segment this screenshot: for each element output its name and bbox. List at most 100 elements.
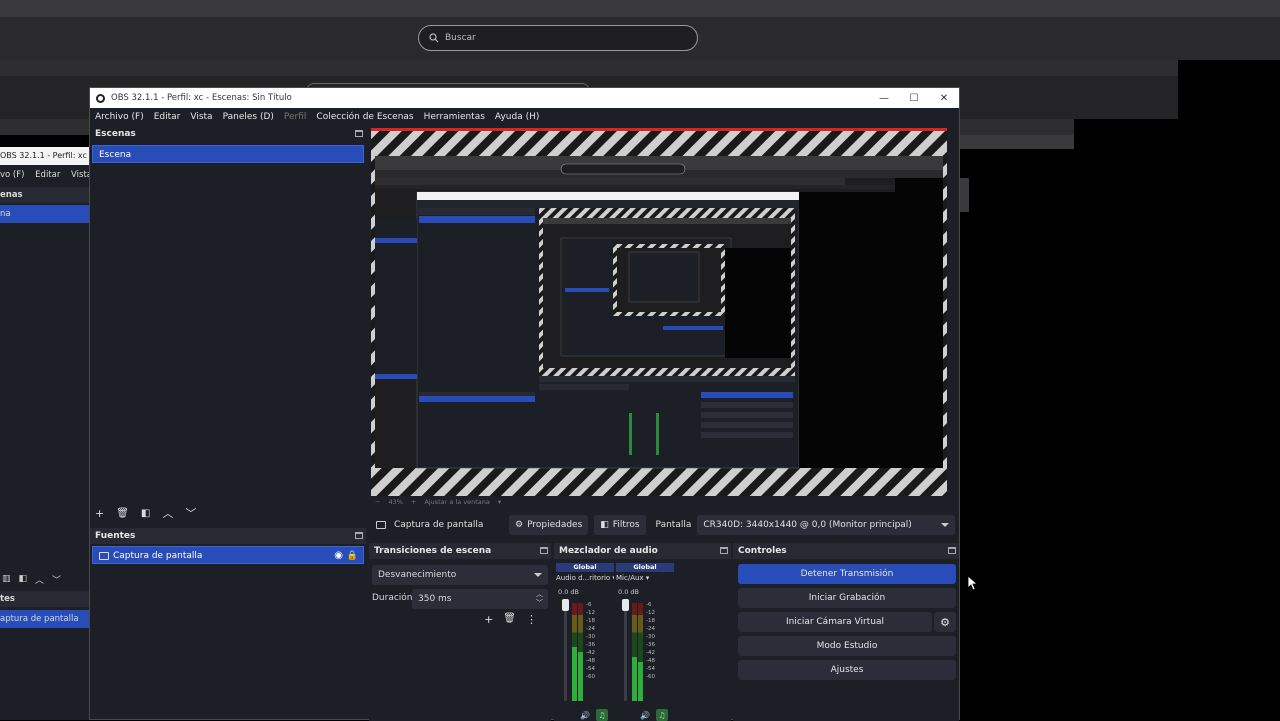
undock-icon[interactable]	[540, 547, 548, 554]
transitions-toolbar: + 🗑 ⋮	[484, 613, 537, 626]
speaker-icon[interactable]: 🔊	[580, 711, 590, 720]
desktop-strip	[959, 178, 969, 212]
menu-paneles[interactable]: Paneles (D)	[223, 112, 274, 122]
duration-spinbox[interactable]: 350 ms ︿ ﹀	[412, 589, 548, 609]
ghost-sources-header: tes	[0, 591, 90, 607]
channel-name-select[interactable]: Mic/Aux ▾	[616, 574, 674, 584]
transitions-header: Transiciones de escena	[369, 543, 551, 559]
channel-icons: 🔊 ♫	[580, 709, 608, 721]
undock-icon[interactable]	[720, 547, 728, 554]
studio-mode-button[interactable]: Modo Estudio	[738, 636, 956, 656]
chevron-up-icon[interactable]: ︿	[162, 505, 173, 521]
fit-window-label[interactable]: Ajustar a la ventana	[424, 498, 490, 506]
chevron-down-icon[interactable]: ▾	[498, 498, 501, 506]
ghost-window-title: OBS 32.1.1 - Perfil: xc - Esce	[0, 147, 90, 165]
close-button[interactable]: ✕	[929, 88, 959, 108]
chevron-down-icon[interactable]: ﹀	[185, 505, 196, 521]
monitor-icon	[99, 552, 109, 560]
source-toolbar: Captura de pantalla ⚙ Propiedades ◧ Filt…	[366, 513, 959, 537]
chevron-down-icon[interactable]: ﹀	[536, 598, 543, 608]
preview-zoom-bar: − 43% + Ajustar a la ventana ▾	[371, 496, 671, 508]
display-select[interactable]: CR340D: 3440x1440 @ 0,0 (Monitor princip…	[697, 515, 956, 535]
transitions-dock: Transiciones de escena Desvanecimiento D…	[369, 543, 551, 721]
maximize-button[interactable]: ☐	[899, 88, 929, 108]
menu-perfil[interactable]: Perfil	[284, 112, 307, 122]
controls-title: Controles	[738, 546, 787, 556]
duration-label: Duración	[372, 593, 413, 603]
virtual-camera-settings-button[interactable]: ⚙	[934, 612, 956, 632]
minimize-button[interactable]: —	[869, 88, 899, 108]
channel-icons: 🔊 ♫	[640, 709, 668, 721]
ghost-menu-item: vo (F)	[0, 170, 25, 180]
trash-icon[interactable]: 🗑	[503, 613, 516, 626]
scale-tick: -6	[586, 602, 592, 608]
add-icon[interactable]: +	[484, 613, 493, 626]
preview-canvas[interactable]	[371, 128, 947, 496]
menu-vista[interactable]: Vista	[190, 112, 212, 122]
ghost-toolbar: ▥ ◧ ︿ ﹀	[0, 571, 90, 587]
volume-slider-handle[interactable]	[562, 599, 569, 611]
menu-coleccion-escenas[interactable]: Colección de Escenas	[316, 112, 413, 122]
selected-source-name: Captura de pantalla	[394, 520, 484, 530]
scale-tick: -48	[586, 658, 595, 664]
level-meter-fill	[632, 657, 637, 701]
scene-item[interactable]: Escena	[92, 145, 364, 163]
menu-herramientas[interactable]: Herramientas	[424, 112, 485, 122]
scale-tick: -36	[586, 642, 595, 648]
obs-window: OBS 32.1.1 - Perfil: xc - Escenas: Sin T…	[89, 87, 960, 721]
stop-stream-button[interactable]: Detener Transmisión	[738, 564, 956, 584]
more-icon[interactable]: ⋮	[526, 613, 537, 626]
speaker-icon[interactable]: 🔊	[640, 711, 650, 720]
lock-icon[interactable]: 🔒	[347, 547, 358, 565]
undock-icon[interactable]	[948, 547, 956, 554]
mixer-channel: Global Audio d...ritorio ▾ 0.0 dB -6 -12 -18-…	[556, 563, 614, 721]
source-item-label: Captura de pantalla	[113, 551, 203, 561]
level-meter-fill	[638, 662, 643, 701]
transition-select[interactable]: Desvanecimiento	[372, 565, 548, 585]
scale-tick: -18	[586, 618, 595, 624]
menu-archivo[interactable]: Archivo (F)	[95, 112, 144, 122]
scenes-dock: Escenas Escena + 🗑 ◧ ︿ ﹀	[90, 126, 366, 524]
undock-icon[interactable]	[355, 130, 363, 137]
volume-slider-track[interactable]	[564, 603, 567, 701]
display-label: Pantalla	[655, 520, 692, 530]
trash-icon[interactable]: 🗑	[116, 508, 129, 519]
menu-editar[interactable]: Editar	[154, 112, 181, 122]
undock-icon[interactable]	[355, 532, 363, 539]
start-recording-button[interactable]: Iniciar Grabación	[738, 588, 956, 608]
filters-button[interactable]: ◧ Filtros	[594, 515, 646, 535]
headphones-icon[interactable]: ♫	[655, 709, 668, 721]
source-item[interactable]: Captura de pantalla ◉ 🔒	[92, 546, 364, 564]
menu-ayuda[interactable]: Ayuda (H)	[495, 112, 539, 122]
eye-icon[interactable]: ◉	[334, 547, 343, 565]
volume-slider-handle[interactable]	[622, 599, 629, 611]
channel-volume-db: 0.0 dB	[618, 588, 639, 596]
meter-scale: -6 -12 -18 -24 -30 -36 -42 -48 -54 -60	[646, 601, 655, 681]
meter-scale: -6 -12 -18 -24 -30 -36 -42 -48 -54 -60	[586, 601, 595, 681]
scale-tick: -54	[586, 666, 595, 672]
zoom-in-icon[interactable]: +	[411, 498, 416, 506]
menu-bar: Archivo (F) Editar Vista Paneles (D) Per…	[90, 108, 959, 126]
mixer-channel: Global Mic/Aux ▾ 0.0 dB -6 -12 -18 -24 -30 -36 -4…	[616, 563, 674, 721]
scale-tick: -36	[646, 642, 655, 648]
channel-name-select[interactable]: Audio d...ritorio ▾	[556, 574, 614, 584]
volume-slider-track[interactable]	[624, 603, 627, 701]
ghost-scenes-header: enas	[0, 187, 90, 203]
scale-tick: -24	[586, 626, 595, 632]
scale-tick: -24	[646, 626, 655, 632]
desktop-search-bar[interactable]: Buscar	[418, 25, 698, 51]
properties-button[interactable]: ⚙ Propiedades	[509, 515, 589, 535]
filter-icon[interactable]: ◧	[141, 508, 150, 519]
sources-title: Fuentes	[95, 531, 136, 541]
virtual-camera-button[interactable]: Iniciar Cámara Virtual	[738, 612, 932, 632]
search-placeholder: Buscar	[445, 33, 476, 43]
display-value: CR340D: 3440x1440 @ 0,0 (Monitor princip…	[703, 520, 912, 530]
scale-tick: -54	[646, 666, 655, 672]
settings-button[interactable]: Ajustes	[738, 660, 956, 680]
controls-dock: Controles Detener Transmisión Iniciar Gr…	[733, 543, 959, 721]
scale-tick: -18	[646, 618, 655, 624]
desktop-strip	[0, 60, 1178, 76]
zoom-out-icon[interactable]: −	[375, 498, 380, 506]
headphones-icon[interactable]: ♫	[595, 709, 608, 721]
add-icon[interactable]: +	[95, 507, 104, 520]
